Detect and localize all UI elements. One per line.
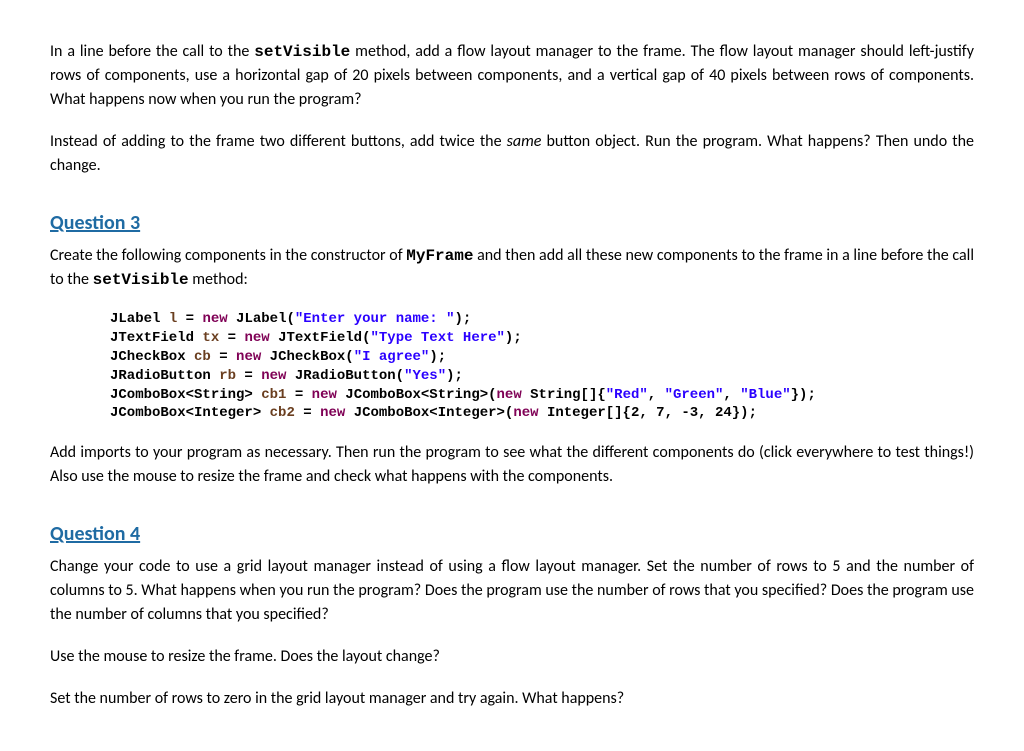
code-line-4: JRadioButton rb = new JRadioButton("Yes"… bbox=[110, 368, 463, 384]
text: method: bbox=[189, 270, 248, 289]
question-4-paragraph-3: Set the number of rows to zero in the gr… bbox=[50, 687, 974, 711]
question-3-paragraph-1: Create the following components in the c… bbox=[50, 244, 974, 292]
question-3-paragraph-2: Add imports to your program as necessary… bbox=[50, 441, 974, 489]
intro-paragraph-2: Instead of adding to the frame two diffe… bbox=[50, 130, 974, 178]
question-4-paragraph-1: Change your code to use a grid layout ma… bbox=[50, 555, 974, 627]
text: In a line before the call to the bbox=[50, 42, 254, 61]
intro-paragraph-1: In a line before the call to the setVisi… bbox=[50, 40, 974, 112]
code-line-1: JLabel l = new JLabel("Enter your name: … bbox=[110, 311, 471, 327]
question-4-paragraph-2: Use the mouse to resize the frame. Does … bbox=[50, 645, 974, 669]
question-4-heading: Question 4 bbox=[50, 519, 974, 549]
text: Instead of adding to the frame two diffe… bbox=[50, 132, 507, 151]
code-myframe: MyFrame bbox=[406, 247, 473, 265]
question-3-heading: Question 3 bbox=[50, 208, 974, 238]
code-line-3: JCheckBox cb = new JCheckBox("I agree"); bbox=[110, 349, 446, 365]
code-setvisible: setVisible bbox=[254, 43, 350, 61]
emph-same: same bbox=[507, 132, 542, 151]
code-setvisible: setVisible bbox=[93, 271, 189, 289]
code-line-5: JComboBox<String> cb1 = new JComboBox<St… bbox=[110, 387, 816, 403]
text: Create the following components in the c… bbox=[50, 246, 406, 265]
code-line-2: JTextField tx = new JTextField("Type Tex… bbox=[110, 330, 522, 346]
code-line-6: JComboBox<Integer> cb2 = new JComboBox<I… bbox=[110, 405, 757, 421]
code-block: JLabel l = new JLabel("Enter your name: … bbox=[110, 310, 974, 423]
